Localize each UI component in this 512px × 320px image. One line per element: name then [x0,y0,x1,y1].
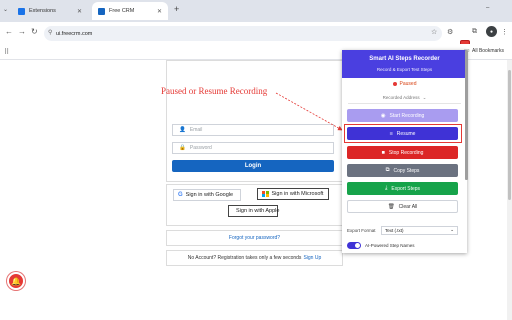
lock-icon: 🔒 [179,145,186,151]
clear-all-label: Clear All [398,203,418,210]
export-format-row: Export Format Text (.txt) ⌄ [347,225,458,235]
stop-icon: ■ [381,149,385,156]
bookmark-star-icon[interactable]: ☆ [431,28,437,36]
google-signin-button[interactable]: G Sign in with Google [173,189,241,201]
divider [348,103,461,104]
profile-avatar[interactable]: ● [486,26,497,37]
all-bookmarks-link[interactable]: All Bookmarks [472,48,504,54]
microsoft-signin-button[interactable]: Sign in with Microsoft [257,188,329,200]
browser-toolbar: ← → ↻ ⚲ ui.freecrm.com ☆ ⚙ ⧉ ● ⋮ [0,22,512,44]
ai-step-names-row: AI-Powered Step Names [347,241,458,250]
user-icon: 👤 [179,127,186,133]
ai-step-names-label: AI-Powered Step Names [365,243,415,248]
stop-recording-button[interactable]: ■ Stop Recording [347,146,458,159]
minimize-icon[interactable]: – [486,5,489,11]
resume-highlight-box [344,124,462,143]
extension-gear-icon[interactable]: ⚙ [447,28,453,36]
page-scrollbar[interactable] [507,60,512,320]
freecrm-favicon-icon [98,7,105,15]
clear-all-button[interactable]: 🗑 Clear All [347,200,458,213]
popup-subtitle: Record & Export Test Steps [376,67,433,72]
popup-header: Smart AI Steps Recorder Record & Export … [342,50,467,78]
start-recording-button[interactable]: ◉ Start Recording [347,109,458,122]
copy-steps-button[interactable]: ⧉ Copy Steps [347,164,458,177]
export-format-value: Text (.txt) [385,227,404,233]
trash-icon: 🗑 [387,203,395,210]
new-tab-button[interactable]: + [174,4,179,14]
address-url: ui.freecrm.com [56,30,93,37]
recording-status: Paused [342,81,467,87]
password-field[interactable]: 🔒 Password [172,142,334,154]
site-info-icon[interactable]: ⚲ [48,29,52,36]
email-field[interactable]: 👤 Email [172,124,334,136]
forgot-password-link[interactable]: Forgot your password? [166,230,343,246]
status-text: Paused [399,81,417,87]
signup-link[interactable]: Sign Up [303,255,321,261]
export-format-select[interactable]: Text (.txt) ⌄ [381,225,458,235]
chevron-down-icon: ⌄ [422,95,427,100]
address-bar[interactable]: ⚲ ui.freecrm.com [44,26,442,41]
microsoft-signin-label: Sign in with Microsoft [271,191,324,197]
back-icon[interactable]: ← [5,27,13,36]
recorded-address-toggle[interactable]: Recorded Address ⌄ [342,95,467,101]
tab-extensions[interactable]: Extensions ✕ [12,2,88,20]
status-dot-icon [392,82,397,86]
download-icon: ⤓ [384,185,388,191]
popup-scrollbar[interactable] [465,50,468,180]
copy-icon: ⧉ [385,167,390,173]
stop-recording-label: Stop Recording [388,149,424,156]
record-icon: ◉ [380,112,386,119]
extensions-favicon-icon [18,7,25,15]
reload-icon[interactable]: ↻ [31,27,38,36]
apple-signin-button[interactable]: Sign in with Apple [228,205,280,217]
google-signin-label: Sign in with Google [185,192,234,198]
steps-recorder-popup: Smart AI Steps Recorder Record & Export … [342,50,467,253]
notification-bell-icon[interactable]: 🔔 [7,272,25,290]
annotation-label: Paused or Resume Recording [161,86,268,96]
tab-free-crm[interactable]: Free CRM ✕ [92,2,168,20]
google-icon: G [178,192,183,198]
signup-card: No Account? Registration takes only a fe… [166,250,343,266]
ai-step-names-toggle[interactable] [347,242,361,249]
tab-search-icon[interactable]: ⌄ [3,6,8,13]
close-tab-icon[interactable]: ✕ [157,8,162,15]
tab-label: Free CRM [109,8,135,14]
signup-text: No Account? Registration takes only a fe… [187,255,302,261]
recorded-address-label: Recorded Address [382,95,420,100]
chevron-down-icon: ⌄ [450,227,454,232]
scrollbar-thumb[interactable] [508,70,511,200]
menu-kebab-icon[interactable]: ⋮ [501,28,508,36]
export-steps-button[interactable]: ⤓ Export Steps [347,182,458,195]
export-format-label: Export Format [347,227,376,233]
tab-label: Extensions [29,8,56,14]
copy-steps-label: Copy Steps [393,167,420,174]
email-placeholder: Email [189,127,203,133]
extensions-puzzle-icon[interactable]: ⧉ [472,28,477,36]
login-button[interactable]: Login [172,160,334,172]
forward-icon[interactable]: → [18,27,26,36]
password-placeholder: Password [189,145,212,151]
microsoft-icon [262,190,269,198]
start-recording-label: Start Recording [389,112,425,119]
export-steps-label: Export Steps [391,185,421,192]
popup-title: Smart AI Steps Recorder [369,56,440,62]
tab-strip: ⌄ Extensions ✕ Free CRM ✕ + – [0,0,512,22]
apple-signin-label: Sign in with Apple [236,208,280,214]
close-tab-icon[interactable]: ✕ [77,8,82,15]
apps-grid-icon[interactable]: ⠿ [4,48,9,56]
